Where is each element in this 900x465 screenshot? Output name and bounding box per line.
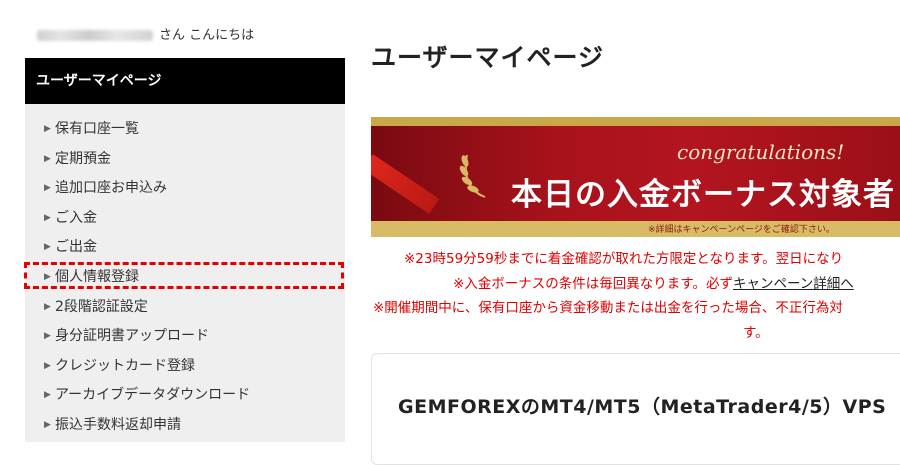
notice-line-2-text: ※入金ボーナスの条件は毎回異なります。必ず [453, 276, 733, 292]
sidebar-item-label: 身分証明書アップロード [55, 328, 209, 345]
sidebar-item-label: アーカイブデータダウンロード [55, 387, 251, 404]
sidebar-item-2fa[interactable]: ▶ 2段階認証設定 [25, 293, 345, 323]
sidebar-item-withdrawal[interactable]: ▶ ご出金 [25, 233, 345, 263]
campaign-details-link[interactable]: キャンペーン詳細へ [733, 276, 854, 292]
greeting: さん こんにちは [37, 24, 254, 43]
sidebar-item-archive-download[interactable]: ▶ アーカイブデータダウンロード [25, 381, 345, 411]
sidebar-item-label: ご出金 [55, 239, 97, 256]
notice-line-3: ※開催期間中に、保有口座から資金移動または出金を行った場合、不正行為対 [373, 300, 843, 316]
sidebar-item-label: 振込手数料返却申請 [55, 416, 181, 433]
sidebar-item-label: 定期預金 [55, 150, 111, 167]
banner-congrats: congratulations! [677, 140, 845, 164]
caret-right-icon: ▶ [44, 242, 51, 253]
sidebar-item-label: 追加口座お申込み [55, 180, 167, 197]
notice-line-2: ※入金ボーナスの条件は毎回異なります。必ずキャンペーン詳細へ [453, 272, 854, 292]
caret-right-icon: ▶ [44, 153, 51, 164]
caret-right-icon: ▶ [44, 390, 51, 401]
caret-right-icon: ▶ [44, 212, 51, 223]
sidebar-item-fee-refund[interactable]: ▶ 振込手数料返却申請 [25, 411, 345, 441]
sidebar: ユーザーマイページ ▶ 保有口座一覧 ▶ 定期預金 ▶ 追加口座お申込み ▶ ご入金 ▶… [25, 58, 345, 442]
bonus-banner[interactable]: congratulations! 本日の入金ボーナス対象者 ※詳細はキャンペーン… [371, 117, 900, 237]
banner-note: ※詳細はキャンペーンページをご確認下さい。 [648, 225, 835, 235]
sidebar-item-label: 保有口座一覧 [55, 121, 139, 137]
page-title: ユーザーマイページ [371, 43, 605, 72]
blurred-username [37, 30, 153, 41]
sidebar-item-id-upload[interactable]: ▶ 身分証明書アップロード [25, 322, 345, 352]
sidebar-title: ユーザーマイページ [25, 58, 345, 104]
notice-line-1: ※23時59分59秒までに着金確認が取れた方限定となります。翌日になり [404, 251, 844, 267]
sidebar-item-time-deposit[interactable]: ▶ 定期預金 [25, 145, 345, 175]
sidebar-item-credit-card[interactable]: ▶ クレジットカード登録 [25, 352, 345, 382]
caret-right-icon: ▶ [44, 301, 51, 312]
caret-right-icon: ▶ [44, 331, 51, 342]
sidebar-item-label: ご入金 [55, 209, 97, 226]
highlight-box [24, 262, 344, 289]
greeting-text: さん こんにちは [159, 28, 255, 43]
vps-card: GEMFOREXのMT4/MT5（MetaTrader4/5）VPS [371, 353, 900, 465]
notice-line-4: す。 [743, 325, 769, 341]
caret-right-icon: ▶ [44, 124, 51, 134]
laurel-icon [459, 154, 486, 198]
sidebar-item-label: 2段階認証設定 [55, 298, 148, 315]
caret-right-icon: ▶ [44, 183, 51, 194]
card-title: GEMFOREXのMT4/MT5（MetaTrader4/5）VPS [398, 396, 887, 418]
caret-right-icon: ▶ [44, 360, 51, 371]
sidebar-item-add-account[interactable]: ▶ 追加口座お申込み [25, 174, 345, 204]
caret-right-icon: ▶ [44, 419, 51, 430]
sidebar-item-accounts[interactable]: ▶ 保有口座一覧 [25, 115, 345, 145]
banner-headline: 本日の入金ボーナス対象者 [511, 177, 895, 213]
sidebar-item-deposit[interactable]: ▶ ご入金 [25, 204, 345, 234]
sidebar-item-label: クレジットカード登録 [55, 357, 195, 374]
